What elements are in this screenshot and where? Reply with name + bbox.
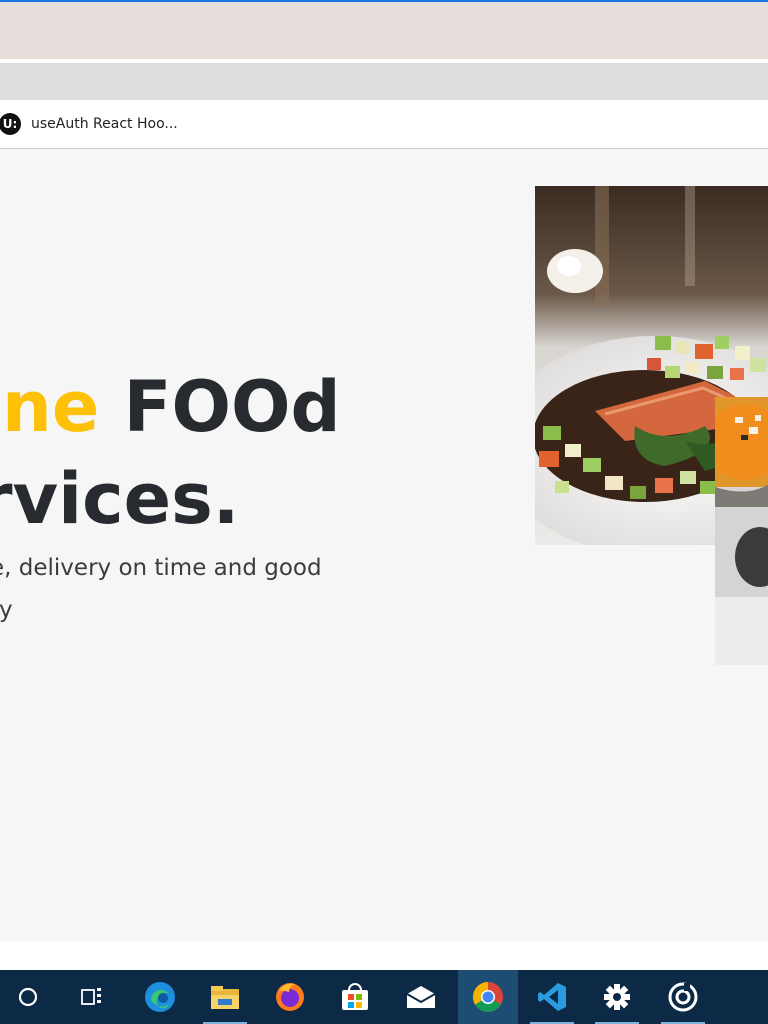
firefox-icon [276, 983, 304, 1011]
file-explorer-taskbar-button[interactable] [197, 970, 253, 1024]
mail-taskbar-button[interactable] [393, 970, 449, 1024]
hero-subtitle-line1: e, delivery on time and good [0, 555, 322, 581]
hero-title-accent: ine [0, 366, 100, 448]
task-view-icon [81, 988, 101, 1005]
store-icon [342, 983, 368, 1010]
browser-tab-strip[interactable] [0, 2, 768, 59]
chrome-taskbar-button[interactable] [458, 970, 518, 1024]
hero-title-line2: rvices. [0, 458, 240, 540]
bookmarks-bar: U: useAuth React Hoo... [0, 100, 768, 149]
windows-taskbar [0, 970, 768, 1024]
edge-icon [145, 982, 175, 1012]
settings-taskbar-button[interactable] [589, 970, 645, 1024]
edge-taskbar-button[interactable] [132, 970, 188, 1024]
chrome-icon [472, 982, 503, 1013]
settings-icon [604, 984, 630, 1010]
hero-subtitle-line2: ty [0, 597, 13, 623]
bookmark-label: useAuth React Hoo... [31, 116, 178, 132]
browser-toolbar[interactable] [0, 63, 768, 100]
cortana-search-button[interactable] [0, 970, 56, 1024]
app-icon [668, 982, 698, 1012]
app-taskbar-button[interactable] [655, 970, 711, 1024]
useauth-favicon-icon: U: [0, 113, 21, 135]
vscode-taskbar-button[interactable] [524, 970, 580, 1024]
hero-title: ine FOOd rvices. [0, 361, 341, 545]
task-view-button[interactable] [64, 970, 120, 1024]
hero-title-rest: FOOd [99, 366, 341, 448]
search-icon [18, 987, 38, 1007]
web-page-content: ine FOOd rvices. e, delivery on time and … [0, 149, 768, 941]
hero-subtitle: e, delivery on time and good ty [0, 547, 330, 631]
mail-icon [406, 986, 436, 1008]
vscode-icon [538, 983, 566, 1011]
page-footer-strip [0, 941, 768, 970]
microsoft-store-taskbar-button[interactable] [327, 970, 383, 1024]
bookmark-useauth[interactable]: U: useAuth React Hoo... [0, 113, 178, 135]
firefox-taskbar-button[interactable] [262, 970, 318, 1024]
food-image-secondary [715, 397, 768, 665]
file-explorer-icon [211, 986, 239, 1009]
